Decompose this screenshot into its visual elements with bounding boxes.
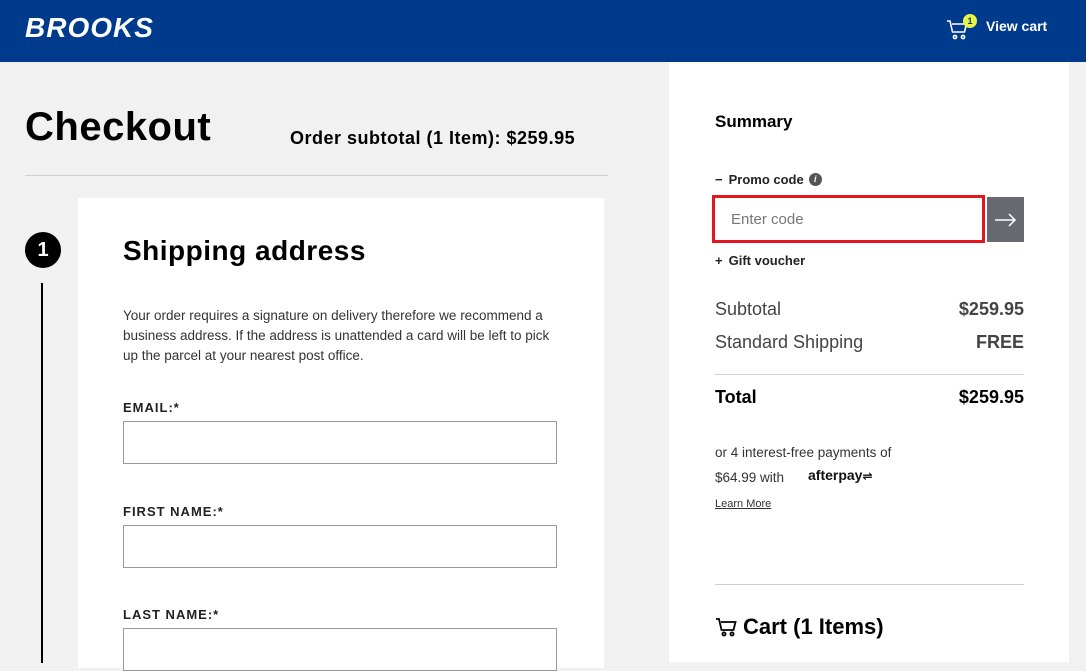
gift-voucher-label: Gift voucher	[728, 253, 806, 268]
summary-title: Summary	[715, 112, 793, 131]
cart-count-badge: 1	[963, 14, 977, 28]
afterpay-arrows-icon: ⇌	[862, 469, 873, 483]
last-name-field[interactable]	[123, 628, 557, 671]
total-value: $259.95	[958, 387, 1024, 407]
total-row: Total $259.95	[715, 387, 1024, 408]
plus-icon: +	[715, 253, 723, 268]
promo-code-input[interactable]: Enter code	[712, 195, 985, 243]
learn-more-link[interactable]: Learn More	[715, 498, 771, 510]
top-navigation-bar: BROOKS 1 View cart	[0, 0, 1086, 62]
email-field[interactable]	[123, 421, 557, 464]
view-cart-link[interactable]: 1 View cart	[946, 12, 1076, 48]
promo-code-placeholder: Enter code	[731, 210, 804, 228]
shipping-address-title: Shipping address	[123, 235, 366, 266]
promo-code-label: Promo code	[728, 172, 804, 187]
afterpay-line-1: or 4 interest-free payments of	[715, 445, 892, 460]
minus-icon: −	[715, 172, 723, 187]
last-name-label: LAST NAME:*	[123, 607, 220, 622]
shipping-label: Standard Shipping	[715, 332, 864, 352]
apply-promo-button[interactable]	[987, 197, 1024, 242]
gift-voucher-toggle[interactable]: + Gift voucher	[715, 253, 805, 268]
total-label: Total	[715, 387, 757, 407]
step-number-badge: 1	[25, 232, 61, 268]
brooks-logo[interactable]: BROOKS	[25, 12, 154, 44]
subtotal-row: Subtotal $259.95	[715, 299, 1024, 320]
shopping-cart-icon[interactable]: 1	[946, 14, 977, 42]
arrow-right-icon	[994, 212, 1016, 227]
step-progress-line	[41, 283, 43, 663]
first-name-field[interactable]	[123, 525, 557, 568]
cart-heading-label: Cart (1 Items)	[743, 614, 884, 639]
cart-heading: Cart (1 Items)	[715, 614, 884, 640]
page-title: Checkout	[25, 105, 212, 149]
afterpay-logo: afterpay⇌	[808, 467, 873, 483]
first-name-label: FIRST NAME:*	[123, 504, 224, 519]
shipping-row: Standard Shipping FREE	[715, 332, 1024, 353]
divider	[715, 584, 1024, 585]
divider	[25, 175, 608, 176]
cart-icon	[716, 618, 737, 637]
signature-notice: Your order requires a signature on deliv…	[123, 308, 550, 363]
subtotal-label: Subtotal	[715, 299, 782, 319]
subtotal-value: $259.95	[958, 299, 1024, 319]
divider	[715, 374, 1024, 375]
afterpay-logo-text: afterpay	[808, 467, 863, 483]
email-label: EMAIL:*	[123, 400, 180, 415]
info-icon[interactable]: i	[808, 173, 822, 186]
shipping-address-card: Shipping address Your order requires a s…	[78, 198, 604, 671]
view-cart-label[interactable]: View cart	[986, 18, 1047, 34]
order-summary-panel: Summary − Promo code i Enter code + Gift …	[669, 62, 1069, 662]
promo-code-toggle[interactable]: − Promo code i	[715, 172, 822, 187]
order-subtotal: Order subtotal (1 Item): $259.95	[290, 128, 576, 148]
shipping-value: FREE	[975, 332, 1024, 352]
